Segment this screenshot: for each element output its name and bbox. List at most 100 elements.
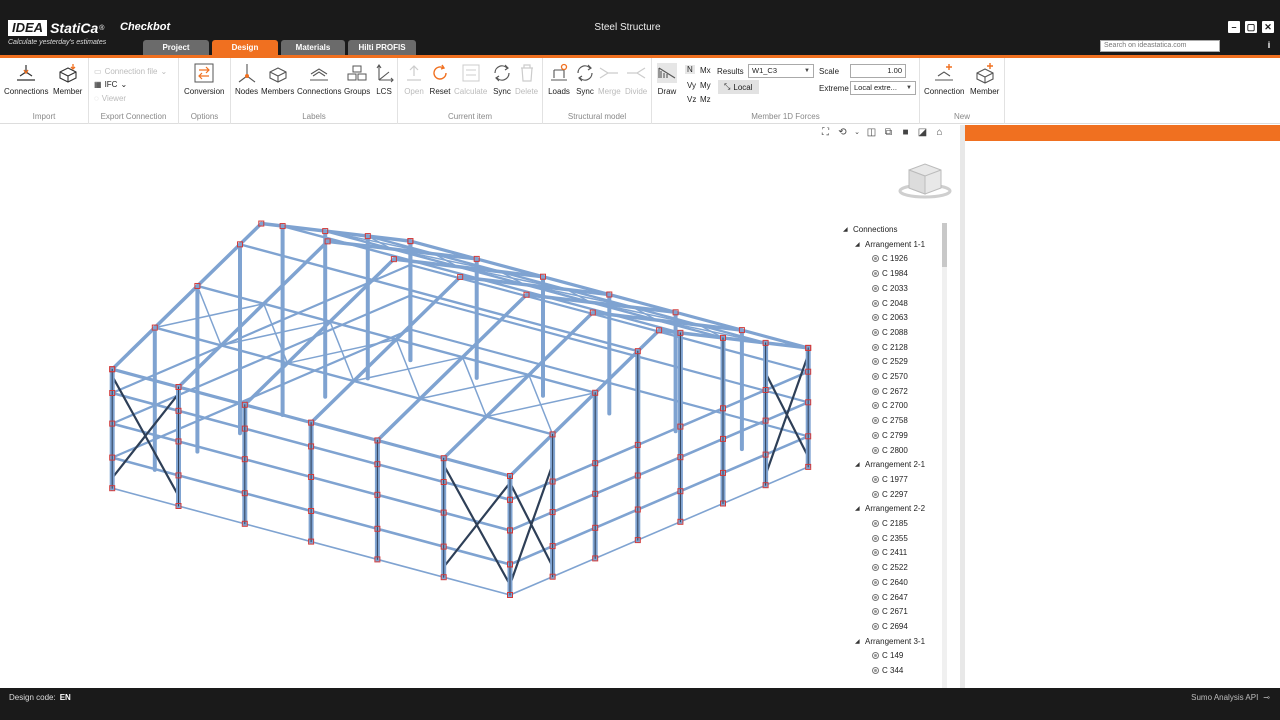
tree-item-connection[interactable]: C 2640 [872, 578, 908, 587]
home-icon[interactable]: ⌂ [934, 127, 945, 138]
open-button[interactable]: Open [403, 62, 425, 96]
calculate-button[interactable]: Calculate [454, 62, 487, 96]
view-box-icon[interactable]: ◫ [866, 127, 877, 138]
group-import-label: Import [32, 112, 56, 121]
tree-item-connection[interactable]: C 2128 [872, 343, 908, 352]
force-vy-toggle[interactable]: Vy [687, 81, 696, 90]
tree-item-connection[interactable]: C 2297 [872, 490, 908, 499]
steel-structure-model[interactable] [0, 125, 960, 688]
tree-item-connection[interactable]: C 2063 [872, 313, 908, 322]
tree-item-connection[interactable]: C 2529 [872, 357, 908, 366]
nodes-label-button[interactable]: Nodes [235, 62, 258, 96]
force-vz-toggle[interactable]: Vz [687, 95, 696, 104]
reset-button[interactable]: Reset [429, 62, 451, 96]
tree-item-connection[interactable]: C 2758 [872, 416, 908, 425]
conversion-button[interactable]: Conversion [184, 62, 224, 96]
tree-group[interactable]: ◢ Arrangement 2-2 [855, 504, 925, 513]
tree-root-connections[interactable]: ◢ Connections [843, 225, 897, 234]
roof-brace[interactable] [485, 392, 596, 418]
tab-hilti-profis[interactable]: Hilti PROFIS [348, 40, 416, 56]
new-connection-button[interactable]: Connection [924, 62, 964, 96]
tree-item-connection[interactable]: C 1984 [872, 269, 908, 278]
tree-item-connection[interactable]: C 2799 [872, 431, 908, 440]
merge-button[interactable]: Merge [598, 62, 621, 96]
collapse-arrow-icon[interactable]: ◢ [843, 226, 853, 233]
force-mx-toggle[interactable]: Mx [700, 66, 711, 75]
scale-input[interactable]: 1.00 [850, 64, 906, 78]
roof-brace[interactable] [352, 356, 464, 382]
tree-item-connection[interactable]: C 1977 [872, 475, 908, 484]
tree-item-connection[interactable]: C 2185 [872, 519, 908, 528]
view-wireframe-icon[interactable]: ⧉ [883, 127, 894, 138]
roof-brace[interactable] [419, 374, 530, 400]
groups-label-button[interactable]: Groups [344, 62, 370, 96]
divide-button[interactable]: Divide [625, 62, 647, 96]
tree-scrollbar-thumb[interactable] [942, 223, 947, 267]
tree-item-connection[interactable]: C 2088 [872, 328, 908, 337]
tree-item-connection[interactable]: C 2411 [872, 548, 907, 557]
connection-node-icon [872, 446, 879, 454]
tree-item-connection[interactable]: C 2672 [872, 387, 908, 396]
tree-item-connection[interactable]: C 149 [872, 651, 903, 660]
minimize-icon[interactable]: – [1228, 21, 1240, 33]
collapse-arrow-icon[interactable]: ◢ [855, 638, 865, 645]
connections-label-button[interactable]: Connections [297, 62, 341, 96]
import-connections-button[interactable]: Connections [4, 62, 48, 96]
info-icon[interactable]: i [1264, 40, 1274, 52]
view-solid-icon[interactable]: ■ [900, 127, 911, 138]
3d-viewport[interactable]: ⛶ ⟲ ⌄ ◫ ⧉ ■ ◪ ⌂ ◢ Connections ◢ Arrangement… [0, 125, 960, 688]
tab-project[interactable]: Project [143, 40, 209, 56]
tree-scrollbar[interactable] [942, 223, 947, 688]
rotate-icon[interactable]: ⟲ [837, 127, 848, 138]
tree-item-connection[interactable]: C 2033 [872, 284, 908, 293]
maximize-icon[interactable]: ▢ [1245, 21, 1257, 33]
tree-item-connection[interactable]: C 2671 [872, 607, 908, 616]
tab-design[interactable]: Design [212, 40, 278, 56]
view-transparent-icon[interactable]: ◪ [917, 127, 928, 138]
members-label-button[interactable]: Members [261, 62, 294, 96]
tree-item-connection[interactable]: C 2048 [872, 299, 908, 308]
tree-item-connection[interactable]: C 2522 [872, 563, 908, 572]
tree-item-connection[interactable]: C 2700 [872, 401, 908, 410]
results-select[interactable]: W1_C3 ▼ [748, 64, 814, 78]
zoom-extents-icon[interactable]: ⛶ [820, 127, 831, 138]
tree-item-connection[interactable]: C 2800 [872, 446, 908, 455]
loads-button[interactable]: Loads [548, 62, 570, 96]
tree-group[interactable]: ◢ Arrangement 1-1 [855, 240, 925, 249]
tab-materials[interactable]: Materials [281, 40, 345, 56]
tree-item-connection[interactable]: C 2355 [872, 534, 908, 543]
collapse-arrow-icon[interactable]: ◢ [855, 505, 865, 512]
import-member-button[interactable]: Member [53, 62, 82, 96]
lcs-label-button[interactable]: LCS [373, 62, 395, 96]
tree-item-connection[interactable]: C 2570 [872, 372, 908, 381]
search-input[interactable]: Search on ideastatica.com [1100, 40, 1220, 52]
tree-group[interactable]: ◢ Arrangement 2-1 [855, 460, 925, 469]
roof-brace[interactable] [220, 320, 331, 347]
tree-item-connection[interactable]: C 344 [872, 666, 903, 675]
extreme-select[interactable]: Local extre... ▼ [850, 81, 916, 95]
tree-item-connection[interactable]: C 2694 [872, 622, 908, 631]
roof-brace[interactable] [154, 303, 265, 329]
force-mz-toggle[interactable]: Mz [700, 95, 711, 104]
new-member-button[interactable]: Member [970, 62, 999, 96]
force-n-toggle[interactable]: N [685, 65, 695, 74]
purlin[interactable] [281, 224, 682, 335]
collapse-arrow-icon[interactable]: ◢ [855, 241, 865, 248]
force-my-toggle[interactable]: My [700, 81, 711, 90]
ifc-button[interactable]: ▦ IFC ⌄ [94, 80, 127, 89]
connection-file-button[interactable]: ▭ Connection file ⌄ [94, 67, 167, 76]
sync-item-button[interactable]: Sync [491, 62, 513, 96]
collapse-arrow-icon[interactable]: ◢ [855, 461, 865, 468]
panel-splitter[interactable] [960, 125, 965, 688]
sync-model-button[interactable]: Sync [574, 62, 596, 96]
draw-button[interactable]: Draw [656, 62, 678, 96]
tree-group[interactable]: ◢ Arrangement 3-1 [855, 637, 925, 646]
chevron-down-icon[interactable]: ⌄ [854, 127, 860, 138]
viewer-button[interactable]: ◌ Viewer [94, 94, 126, 103]
tree-item-connection[interactable]: C 1926 [872, 254, 908, 263]
delete-button[interactable]: Delete [515, 62, 538, 96]
tree-item-connection[interactable]: C 2647 [872, 593, 908, 602]
navigation-cube-icon[interactable] [897, 160, 953, 202]
local-toggle[interactable]: ⤡ Local [718, 80, 759, 94]
close-icon[interactable]: ✕ [1262, 21, 1274, 33]
